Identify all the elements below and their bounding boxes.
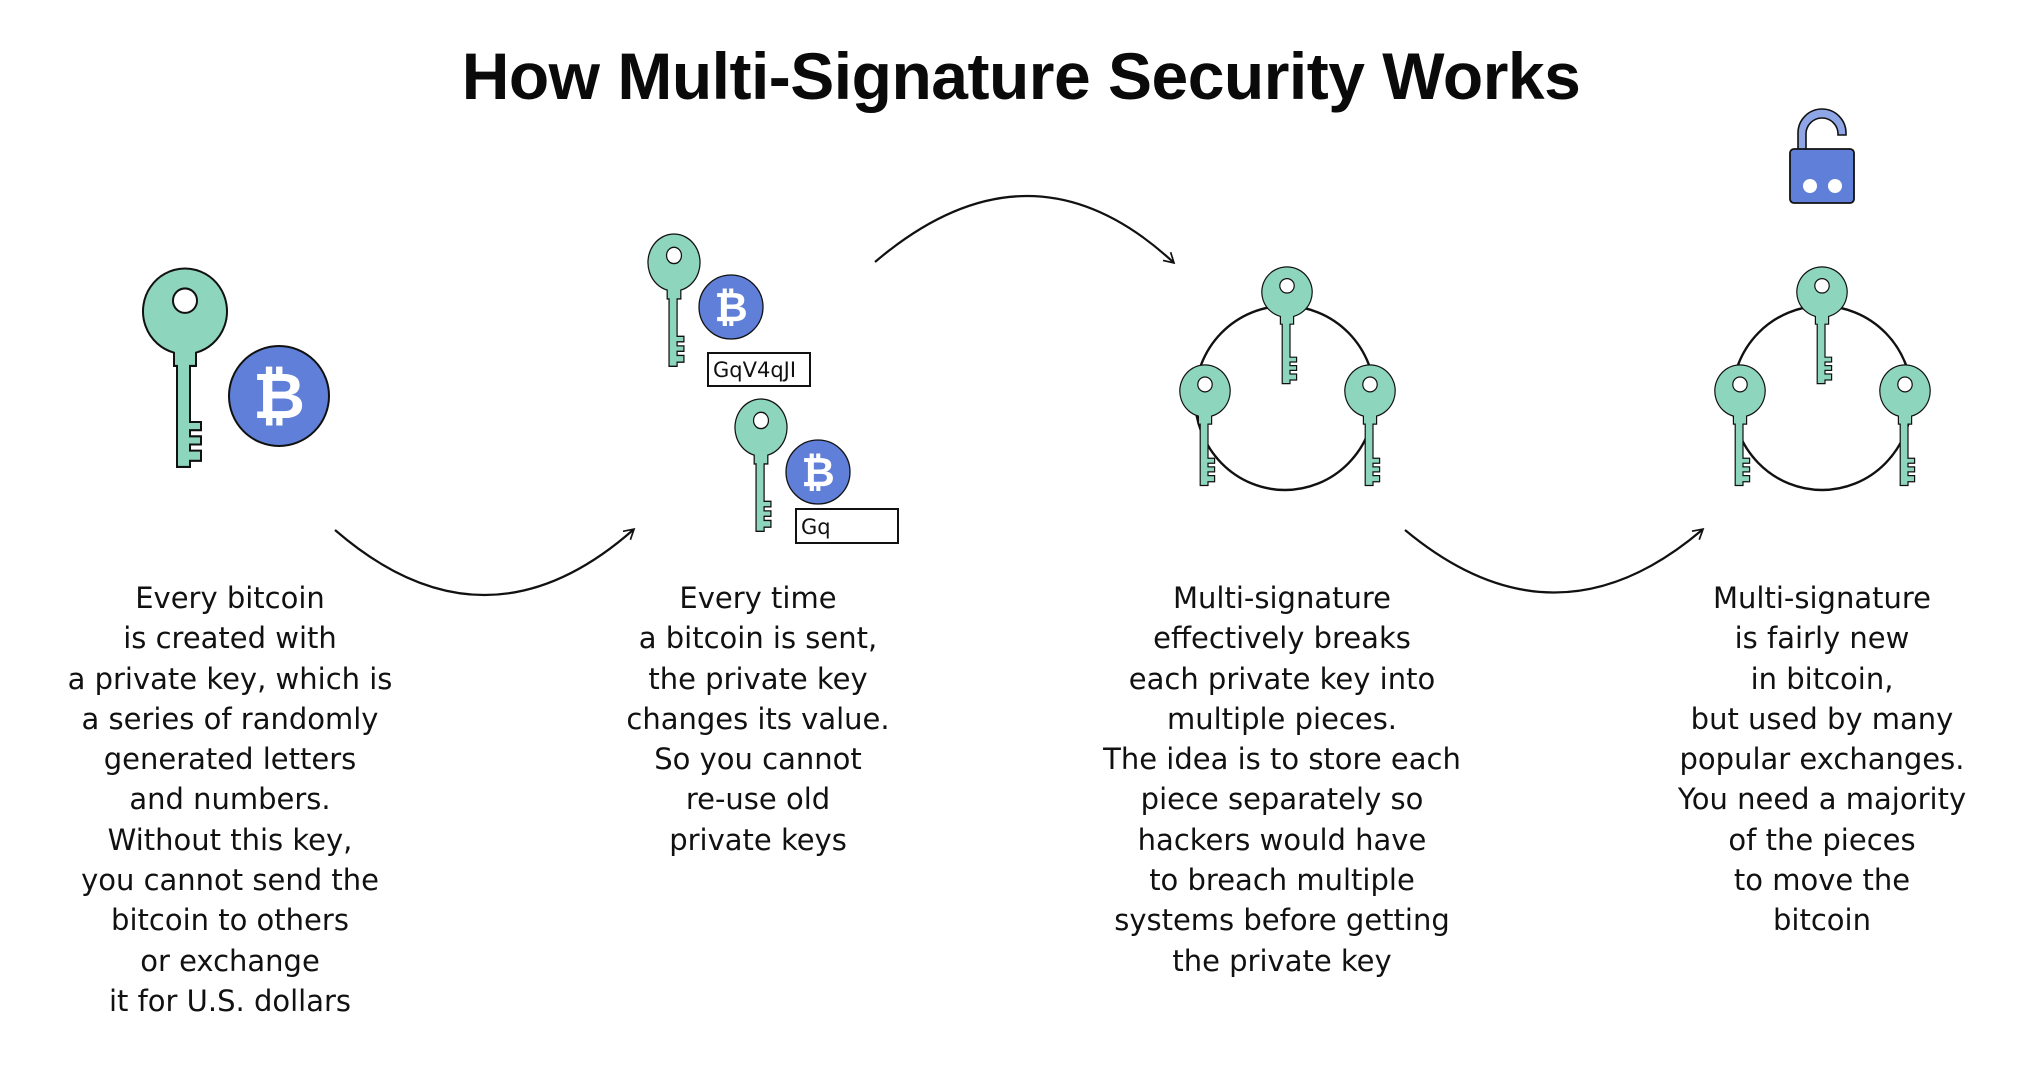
bitcoin-coin-icon: ₿ (698, 274, 764, 340)
key-icon (141, 267, 229, 468)
unlocked-padlock-icon (1789, 108, 1855, 204)
step-4-graphic (1714, 108, 1931, 492)
description-line: changes its value. (626, 701, 890, 736)
description-line: So you cannot (654, 742, 862, 777)
description-line: a bitcoin is sent, (638, 621, 878, 656)
description-line: private keys (669, 822, 847, 857)
description-line: Multi-signature (1173, 581, 1391, 615)
bitcoin-coin-icon: ₿ (228, 345, 330, 447)
description-line: of the pieces (1728, 822, 1916, 857)
step-3-description: Multi-signature effectively breaks each pr… (1072, 578, 1492, 981)
description-line: it for U.S. dollars (108, 983, 352, 1018)
description-line: piece separately so (1140, 782, 1424, 817)
description-line: is created with (123, 621, 337, 656)
description-line: each private key into (1128, 661, 1436, 696)
description-line: You need a majority (1677, 782, 1967, 817)
description-line: or exchange (140, 943, 320, 978)
description-line: a series of randomly (81, 701, 379, 736)
description-line: popular exchanges. (1679, 742, 1965, 777)
description-line: Multi-signature (1713, 581, 1931, 615)
description-line: Without this key, (107, 822, 353, 857)
description-line: Every time (679, 581, 837, 615)
key-icon (647, 233, 701, 367)
key-value-text: GqV4qJI (713, 358, 796, 382)
description-line: the private key (648, 661, 868, 696)
description-line: the private key (1172, 943, 1392, 978)
description-line: bitcoin to others (111, 903, 349, 938)
description-line: effectively breaks (1153, 621, 1411, 656)
key-icon (734, 398, 788, 532)
bitcoin-glyph: ₿ (253, 360, 305, 434)
key-value-text: Gq (801, 515, 831, 539)
description-line: is fairly new (1734, 621, 1910, 656)
description-line: multiple pieces. (1166, 701, 1398, 736)
bitcoin-coin-icon: ₿ (785, 439, 851, 505)
key-icon (1179, 364, 1231, 487)
step-1-description: Every bitcoin is created with a private ke… (20, 578, 440, 1021)
description-line: and numbers. (129, 782, 331, 817)
key-icon (1261, 266, 1313, 385)
key-value-box: Gq (795, 508, 899, 544)
key-icon (1796, 266, 1848, 385)
description-line: you cannot send the (81, 863, 379, 898)
key-icon (1879, 364, 1931, 487)
description-line: in bitcoin, (1750, 661, 1894, 696)
description-line: to move the (1733, 863, 1911, 898)
description-line: a private key, which is (67, 661, 393, 696)
step-4-description: Multi-signature is fairly new in bitcoin, b… (1612, 578, 2032, 941)
description-line: re-use old (685, 782, 831, 817)
description-line: systems before getting (1114, 903, 1450, 938)
step-3-graphic (1179, 266, 1396, 492)
description-line: Every bitcoin (135, 581, 325, 615)
step-2-description: Every time a bitcoin is sent, the private … (548, 578, 968, 860)
key-icon (1344, 364, 1396, 487)
description-line: hackers would have (1137, 822, 1427, 857)
description-line: The idea is to store each (1103, 742, 1461, 777)
key-icon (1714, 364, 1766, 487)
curved-arrow-icon (874, 194, 1176, 265)
key-value-box: GqV4qJI (707, 352, 811, 387)
description-line: generated letters (103, 742, 357, 777)
step-1-graphic: ₿ (141, 267, 330, 468)
bitcoin-glyph: ₿ (801, 448, 834, 496)
bitcoin-glyph: ₿ (714, 283, 747, 331)
description-line: but used by many (1690, 701, 1954, 736)
description-line: to breach multiple (1149, 863, 1415, 898)
step-2-graphic: ₿ GqV4qJI ₿ Gq (647, 233, 899, 544)
description-line: bitcoin (1773, 903, 1871, 938)
